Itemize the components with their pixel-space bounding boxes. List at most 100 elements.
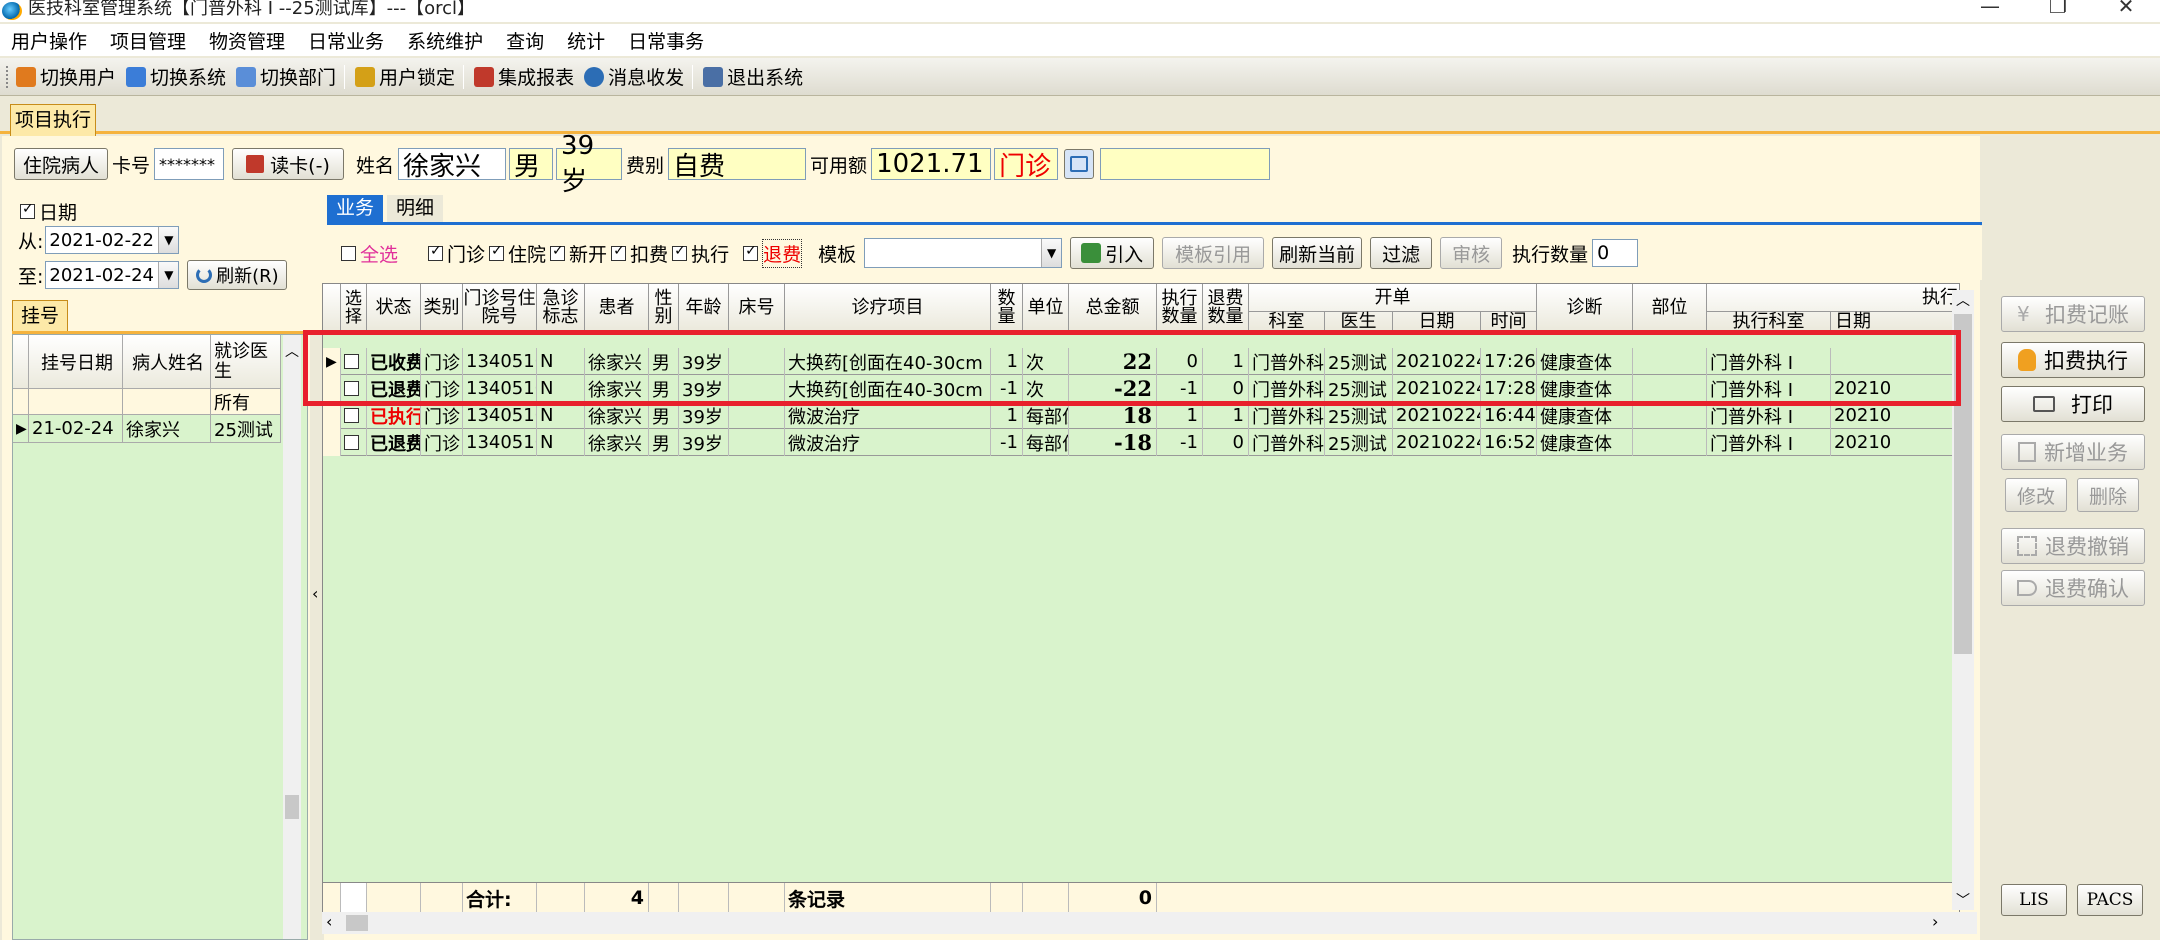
execute-option[interactable]: 执行 [672,240,729,267]
delete-button[interactable]: 删除 [2077,478,2139,512]
refund-confirm-button[interactable]: 退费确认 [2001,570,2145,606]
chevron-down-icon[interactable]: ▼ [158,227,179,253]
minimize-button[interactable]: — [1956,0,2024,18]
card-number-field[interactable]: ******* [154,148,225,180]
col-doctor[interactable]: 医生 [1325,312,1393,332]
chevron-down-icon[interactable]: ▼ [1041,239,1062,267]
filter-button[interactable]: 过滤 [1370,237,1433,269]
charge-record-button[interactable]: ¥ 扣费记账 [2001,296,2145,332]
close-button[interactable]: ✕ [2092,0,2160,18]
col-category[interactable]: 类别 [421,284,463,332]
chevron-up-icon[interactable]: ︿ [1956,290,1970,310]
refresh-current-button[interactable]: 刷新当前 [1272,237,1363,269]
menu-material-mgmt[interactable]: 物资管理 [209,27,285,54]
toolbar-grip[interactable] [6,65,10,88]
pacs-button[interactable]: PACS [2077,884,2143,916]
chevron-down-icon[interactable]: ﹀ [1956,890,1970,910]
col-diagnosis[interactable]: 诊断 [1537,284,1633,332]
col-qty[interactable]: 数量 [991,284,1023,332]
maximize-button[interactable]: ❐ [2024,0,2092,18]
table-row[interactable]: ▶ 已收费 门诊 1340510 N 徐家兴 男 39岁 大换药[创面在40-3… [323,348,1959,375]
col-date[interactable]: 日期 [1393,312,1481,332]
tab-project-execution[interactable]: 项目执行 [10,104,96,136]
read-card-button[interactable]: 读卡(-) [232,148,345,180]
switch-department-button[interactable]: 切换部门 [236,63,336,90]
col-item[interactable]: 诊疗项目 [785,284,991,332]
col-exec-qty[interactable]: 执行数量 [1157,284,1203,332]
charge-execute-button[interactable]: 扣费执行 [2001,342,2145,378]
tab-business[interactable]: 业务 [327,195,383,223]
switch-user-button[interactable]: 切换用户 [16,63,116,90]
menu-system-maintenance[interactable]: 系统维护 [407,27,483,54]
user-lock-button[interactable]: 用户锁定 [355,63,455,90]
menu-user-ops[interactable]: 用户操作 [11,27,87,54]
audit-button[interactable]: 审核 [1440,237,1503,269]
switch-system-button[interactable]: 切换系统 [126,63,226,90]
template-reference-button[interactable]: 模板引用 [1162,237,1265,269]
scroll-thumb[interactable] [346,915,368,931]
lis-button[interactable]: LIS [2001,884,2067,916]
from-date-picker[interactable]: 2021-02-22 ▼ [45,226,180,254]
menu-statistics[interactable]: 统计 [567,27,605,54]
reg-date-header[interactable]: 挂号日期 [29,335,123,389]
menu-daily-business[interactable]: 日常业务 [308,27,384,54]
chevron-left-icon[interactable]: ‹ [326,912,332,931]
charge-option[interactable]: 扣费 [611,240,668,267]
chevron-down-icon[interactable]: ▼ [158,262,179,288]
date-filter-checkbox[interactable] [20,201,35,219]
inpatient-option[interactable]: 住院 [489,240,546,267]
reg-doctor-header[interactable]: 就诊医生 [211,335,281,389]
table-row[interactable]: 已退费 门诊 1340510 N 徐家兴 男 39岁 微波治疗 -1 每部位 -… [323,429,1959,456]
col-select[interactable]: 选择 [341,284,367,332]
select-all-checkbox[interactable] [341,245,356,261]
menu-query[interactable]: 查询 [506,27,544,54]
row-select-checkbox[interactable] [344,435,359,450]
menu-project-mgmt[interactable]: 项目管理 [110,27,186,54]
doctor-filter-all[interactable]: 所有 [211,389,281,415]
grid-vertical-scrollbar[interactable]: ︿ ﹀ [1952,290,1974,910]
new-order-option[interactable]: 新开 [550,240,607,267]
left-grid-scrollbar[interactable]: ︿ [283,335,301,939]
chevron-up-icon[interactable]: ︿ [285,341,299,361]
patient-type-button[interactable]: 住院病人 [14,148,108,180]
row-select-checkbox[interactable] [344,354,359,369]
tab-detail[interactable]: 明细 [387,195,443,223]
outpatient-option[interactable]: 门诊 [428,240,485,267]
scroll-thumb[interactable] [1954,314,1972,654]
select-all-option[interactable]: 全选 [341,240,398,267]
menu-daily-affairs[interactable]: 日常事务 [628,27,704,54]
col-patient[interactable]: 患者 [585,284,649,332]
grid-horizontal-scrollbar[interactable]: ‹ › [322,912,1977,934]
row-select-checkbox[interactable] [344,408,359,423]
import-button[interactable]: 引入 [1070,237,1155,269]
table-row[interactable]: ▶ 21-02-24 徐家兴 25测试 [13,415,281,443]
table-row[interactable]: 已退费 门诊 1340510 N 徐家兴 男 39岁 大换药[创面在40-30c… [323,375,1959,402]
patient-info-button[interactable] [1064,149,1095,179]
template-select[interactable]: ▼ [864,238,1063,268]
reg-name-header[interactable]: 病人姓名 [123,335,211,389]
col-refund-qty[interactable]: 退费数量 [1203,284,1249,332]
col-dept[interactable]: 科室 [1249,312,1325,332]
refund-cancel-button[interactable]: 退费撤销 [2001,528,2145,564]
col-sex[interactable]: 性别 [649,284,679,332]
col-bed[interactable]: 床号 [729,284,785,332]
add-business-button[interactable]: 新增业务 [2001,434,2145,470]
col-visit-no[interactable]: 门诊号住院号 [463,284,537,332]
col-status[interactable]: 状态 [367,284,421,332]
refresh-button[interactable]: 刷新(R) [187,260,288,290]
col-unit[interactable]: 单位 [1023,284,1069,332]
row-select-checkbox[interactable] [344,381,359,396]
chevron-right-icon[interactable]: › [1932,912,1938,931]
exec-qty-input[interactable]: 0 [1592,239,1639,267]
chevron-left-icon[interactable]: ‹ [312,584,318,603]
col-time[interactable]: 时间 [1481,312,1537,332]
scroll-thumb[interactable] [285,795,299,819]
tab-registration[interactable]: 挂号 [12,300,68,332]
table-row[interactable]: 已执行 门诊 1340510 N 徐家兴 男 39岁 微波治疗 1 每部位 18… [323,402,1959,429]
col-urgent[interactable]: 急诊标志 [537,284,585,332]
messages-button[interactable]: 消息收发 [584,63,684,90]
col-exec-date[interactable]: 日期 [1831,312,1959,332]
refund-option[interactable]: 退费 [743,238,803,268]
print-button[interactable]: 打印 [2001,386,2145,422]
integrated-report-button[interactable]: 集成报表 [474,63,574,90]
